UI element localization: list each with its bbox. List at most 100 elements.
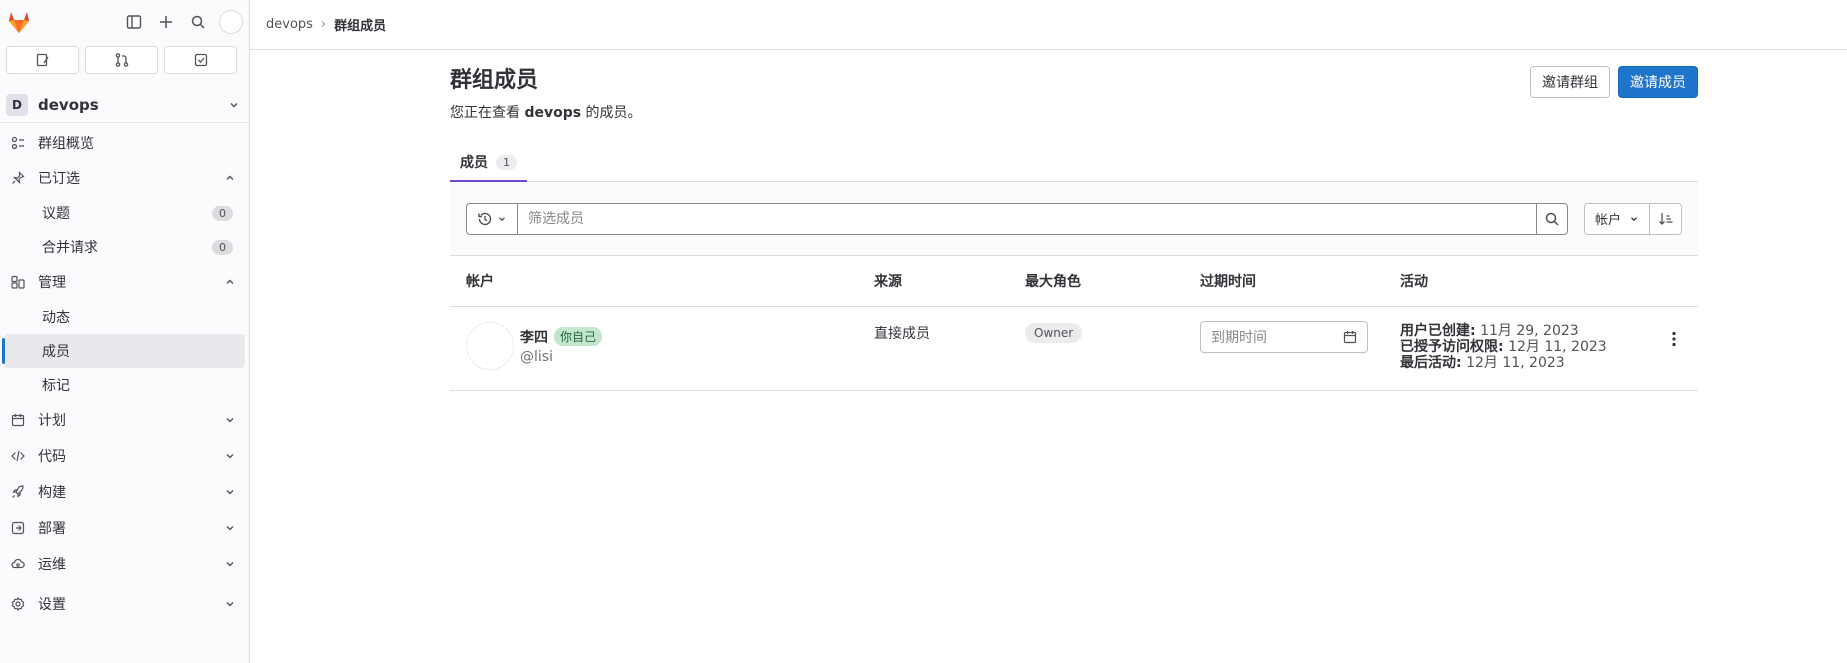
breadcrumb-separator-icon: › <box>320 17 327 32</box>
recent-searches-button[interactable] <box>466 202 518 235</box>
sidebar-item-group-overview[interactable]: 群组概览 <box>0 126 249 160</box>
sidebar-item-plan[interactable]: 计划 <box>0 402 249 438</box>
role-cell: Owner <box>1009 306 1184 391</box>
last-activity-label: 最后活动: <box>1400 354 1462 371</box>
todos-shortcut[interactable] <box>164 46 237 74</box>
table-row: 李四 你自己 @lisi 直接成员 Owner 到期时间 用户已创建: 11月 … <box>450 306 1698 391</box>
plus-icon[interactable] <box>155 11 177 33</box>
filtered-search <box>466 202 1568 235</box>
sort-direction-button[interactable] <box>1650 202 1682 235</box>
sidebar-item-operate[interactable]: 运维 <box>0 546 249 582</box>
sort-lowest-icon <box>1658 212 1672 225</box>
account-cell: 李四 你自己 @lisi <box>450 306 858 391</box>
more-actions-icon[interactable] <box>1666 331 1682 347</box>
source-cell: 直接成员 <box>858 306 1009 391</box>
sidebar-shortcuts <box>0 44 249 74</box>
group-avatar: D <box>6 94 28 116</box>
sort-by-dropdown[interactable]: 帐户 <box>1583 202 1650 235</box>
invite-group-button[interactable]: 邀请群组 <box>1530 66 1610 98</box>
expiration-cell: 到期时间 <box>1184 306 1384 391</box>
column-header-max-role[interactable]: 最大角色 <box>1009 256 1184 307</box>
breadcrumb-group[interactable]: devops <box>266 17 313 32</box>
user-avatar[interactable] <box>219 10 243 34</box>
search-icon[interactable] <box>187 11 209 33</box>
sidebar-item-settings[interactable]: 设置 <box>0 586 249 622</box>
invite-members-button[interactable]: 邀请成员 <box>1618 66 1698 98</box>
sidebar-item-pinned[interactable]: 已订选 <box>0 160 249 196</box>
tab-label: 成员 <box>460 155 488 171</box>
group-name: devops <box>38 96 99 114</box>
merge-requests-count-badge: 0 <box>212 239 233 255</box>
issues-icon <box>36 53 49 67</box>
created-label: 用户已创建: <box>1400 322 1476 339</box>
sidebar-item-label: 议题 <box>42 206 70 222</box>
search-icon <box>1545 212 1559 226</box>
sidebar-toggle-icon[interactable] <box>123 11 145 33</box>
granted-date: 12月 11, 2023 <box>1508 338 1607 355</box>
activity-cell: 用户已创建: 11月 29, 2023 已授予访问权限: 12月 11, 202… <box>1384 306 1698 391</box>
sidebar-top <box>0 0 249 44</box>
filter-members-input[interactable] <box>518 202 1536 235</box>
sidebar-nav: 群组概览 已订选 议题 0 合并请求 0 管理 动态 成员 标记 计划 代码 构… <box>0 123 249 622</box>
calendar-icon <box>10 412 26 428</box>
history-icon <box>478 212 492 225</box>
pin-icon <box>10 170 26 186</box>
sidebar-item-build[interactable]: 构建 <box>0 474 249 510</box>
expiration-date-input[interactable]: 到期时间 <box>1200 320 1368 353</box>
sidebar-item-deploy[interactable]: 部署 <box>0 510 249 546</box>
merge-request-icon <box>115 53 128 67</box>
merge-requests-shortcut[interactable] <box>85 46 158 74</box>
sidebar-item-issues[interactable]: 议题 0 <box>4 196 245 230</box>
search-button[interactable] <box>1536 202 1568 235</box>
sidebar-item-label: 合并请求 <box>42 240 98 256</box>
member-name-row: 李四 你自己 <box>520 327 603 347</box>
sidebar-item-label: 部署 <box>38 521 66 537</box>
filter-bar: 帐户 <box>450 182 1698 256</box>
chevron-down-icon <box>223 449 237 463</box>
activity-last: 最后活动: 12月 11, 2023 <box>1400 355 1682 371</box>
sidebar-item-merge-requests[interactable]: 合并请求 0 <box>4 230 245 264</box>
main-content: 群组成员 您正在查看 devops 的成员。 邀请群组 邀请成员 成员 1 筛选… <box>450 50 1698 391</box>
activity-granted: 已授予访问权限: 12月 11, 2023 <box>1400 339 1682 355</box>
column-header-source: 来源 <box>858 256 1009 307</box>
members-table: 帐户 来源 最大角色 过期时间 活动 李四 你自己 @lisi 直接成员 Own… <box>450 256 1698 391</box>
context-switcher[interactable]: D devops <box>0 88 249 122</box>
member-source: 直接成员 <box>874 325 930 342</box>
users-icon <box>10 274 26 290</box>
page-title: 群组成员 <box>450 68 539 93</box>
cloud-icon <box>10 556 26 572</box>
chevron-up-icon <box>223 171 237 185</box>
column-header-activity: 活动 <box>1384 256 1698 307</box>
page-subtitle: 您正在查看 devops 的成员。 <box>450 102 642 122</box>
chevron-down-icon <box>223 413 237 427</box>
todo-icon <box>194 53 207 67</box>
column-header-expiration: 过期时间 <box>1184 256 1384 307</box>
breadcrumb-current[interactable]: 群组成员 <box>334 15 386 34</box>
member-name[interactable]: 李四 <box>520 327 548 347</box>
sidebar-item-activity[interactable]: 动态 <box>4 300 245 334</box>
sidebar-item-label: 计划 <box>38 413 66 429</box>
sidebar-item-members[interactable]: 成员 <box>2 334 245 368</box>
tab-members[interactable]: 成员 1 <box>450 144 527 182</box>
gear-icon <box>10 596 26 612</box>
chevron-down-icon <box>227 98 241 112</box>
rocket-icon <box>10 484 26 500</box>
member-username: @lisi <box>520 348 553 365</box>
sidebar-item-labels[interactable]: 标记 <box>4 368 245 402</box>
expiration-placeholder: 到期时间 <box>1211 329 1267 346</box>
issues-count-badge: 0 <box>212 205 233 221</box>
avatar[interactable] <box>466 321 514 370</box>
code-icon <box>10 448 26 464</box>
gitlab-logo[interactable] <box>6 9 32 35</box>
sidebar-item-manage[interactable]: 管理 <box>0 264 249 300</box>
sidebar-item-label: 构建 <box>38 485 66 501</box>
its-you-badge: 你自己 <box>554 327 603 346</box>
sidebar-item-code[interactable]: 代码 <box>0 438 249 474</box>
subtitle-group: devops <box>524 105 582 121</box>
sidebar-item-label: 已订选 <box>38 171 80 187</box>
column-header-account[interactable]: 帐户 <box>450 256 858 307</box>
deployments-icon <box>10 520 26 536</box>
member-account[interactable]: 李四 你自己 @lisi <box>466 321 842 370</box>
issues-shortcut[interactable] <box>6 46 79 74</box>
header-actions: 邀请群组 邀请成员 <box>1530 66 1698 98</box>
